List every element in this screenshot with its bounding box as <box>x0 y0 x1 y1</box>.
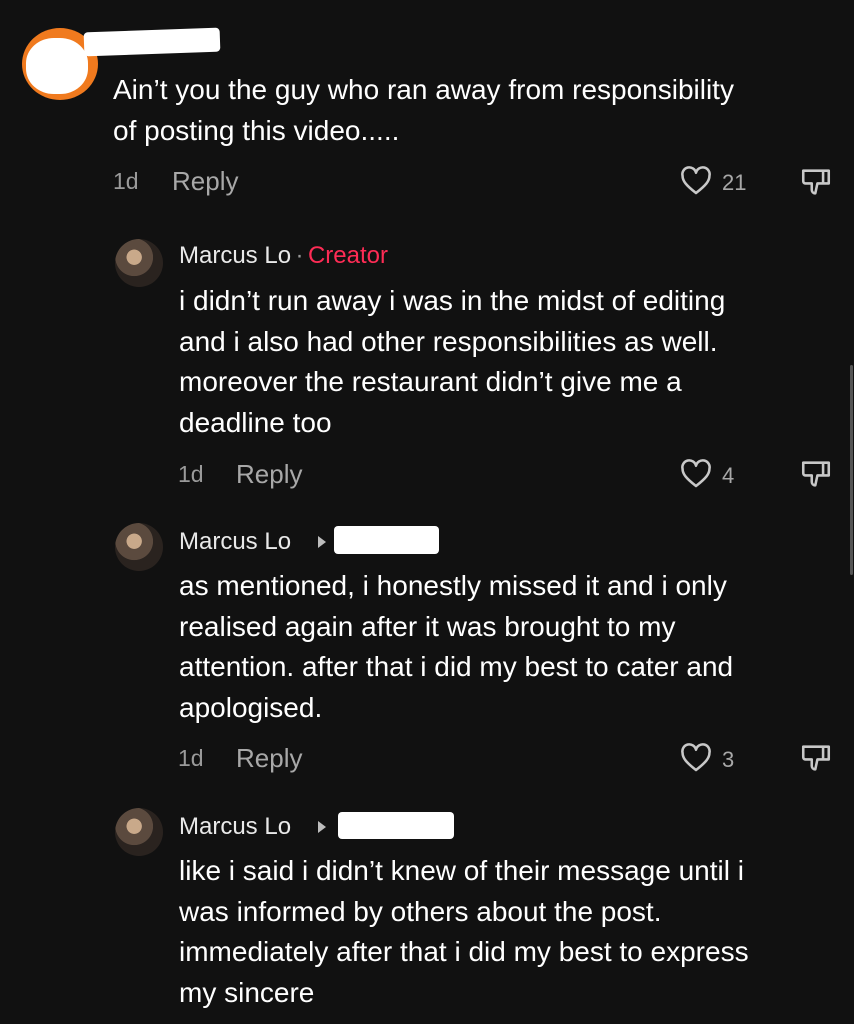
heart-outline-icon <box>681 459 711 488</box>
reply-button[interactable]: Reply <box>236 743 302 774</box>
author-name[interactable]: Marcus Lo <box>179 813 291 841</box>
heart-outline-icon <box>681 166 711 195</box>
thumbs-down-icon[interactable] <box>799 741 833 775</box>
reply-button[interactable]: Reply <box>236 459 302 490</box>
reply-time: 1d <box>178 745 204 771</box>
reply-button[interactable]: Reply <box>172 166 238 197</box>
like-button[interactable]: 3 <box>678 740 748 776</box>
avatar[interactable] <box>115 239 163 287</box>
creator-badge: Creator <box>307 242 388 269</box>
like-count: 4 <box>722 463 735 488</box>
reply-text: like i said i didn’t knew of their messa… <box>179 855 749 1008</box>
scrollbar[interactable] <box>850 365 853 575</box>
like-count: 21 <box>722 170 747 195</box>
like-button[interactable]: 21 <box>678 163 748 199</box>
redacted-username <box>334 526 439 554</box>
like-button[interactable]: 4 <box>678 456 748 492</box>
heart-outline-icon <box>681 743 711 772</box>
reply-header: Marcus Lo · Creator <box>179 242 388 270</box>
like-count: 3 <box>722 747 735 772</box>
reply-time: 1d <box>178 461 204 487</box>
redacted-username <box>83 27 221 57</box>
avatar[interactable] <box>115 808 163 856</box>
author-name[interactable]: Marcus Lo <box>179 242 291 269</box>
comment-text: Ain’t you the guy who ran away from resp… <box>113 74 734 146</box>
triangle-right-icon <box>318 536 326 548</box>
avatar[interactable] <box>115 523 163 571</box>
reply-text: as mentioned, i honestly missed it and i… <box>179 570 734 723</box>
reply-text: i didn’t run away i was in the midst of … <box>179 285 726 438</box>
comment-time: 1d <box>113 168 139 194</box>
redacted-username <box>338 812 454 839</box>
author-name[interactable]: Marcus Lo <box>179 528 291 556</box>
thumbs-down-icon[interactable] <box>799 457 833 491</box>
thumbs-down-icon[interactable] <box>799 165 833 199</box>
separator-dot: · <box>295 242 304 269</box>
triangle-right-icon <box>318 821 326 833</box>
